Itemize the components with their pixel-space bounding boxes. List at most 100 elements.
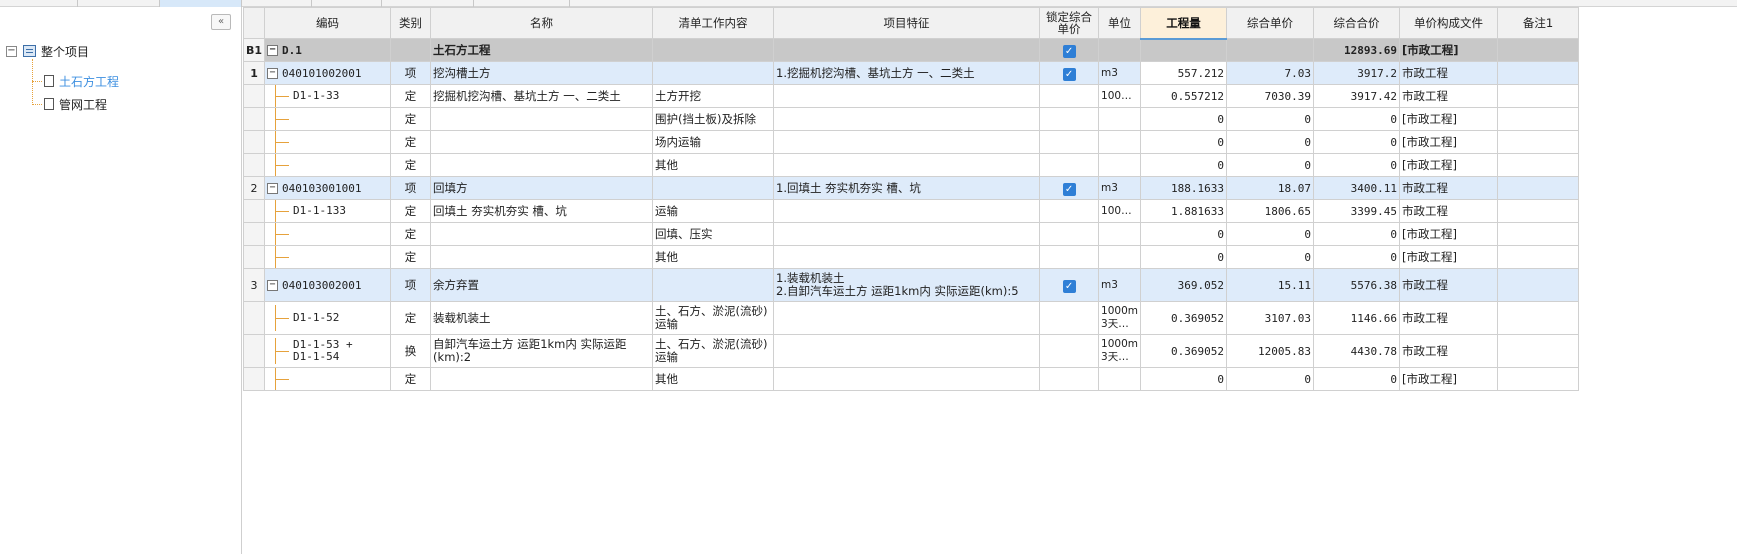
- lock-price-cell[interactable]: [1039, 107, 1100, 131]
- quantity-cell[interactable]: 0.369052: [1140, 334, 1227, 368]
- list-item-row[interactable]: 3−040103002001 项余方弃置 1.装载机装土 2.自卸汽车运土方 运距1…: [242, 268, 1579, 302]
- collapse-toggle-icon[interactable]: −: [6, 45, 17, 57]
- code-cell[interactable]: −040103001001: [264, 176, 392, 200]
- row-number[interactable]: [242, 334, 266, 368]
- unit-cell[interactable]: 100…: [1098, 199, 1141, 223]
- category-cell[interactable]: 定: [390, 301, 432, 335]
- feature-cell[interactable]: 1.装载机装土 2.自卸汽车运土方 运距1km内 实际运距(km):5: [773, 268, 1041, 302]
- feature-cell[interactable]: 1.挖掘机挖沟槽、基坑土方 一、二类土: [773, 61, 1041, 85]
- category-cell[interactable]: 定: [390, 84, 432, 108]
- work-content-cell[interactable]: 土、石方、淤泥(流砂)运输: [652, 301, 775, 335]
- top-tab[interactable]: [0, 0, 78, 7]
- quantity-cell[interactable]: 0: [1140, 245, 1227, 269]
- top-tab[interactable]: [382, 0, 474, 7]
- unit-price-cell[interactable]: 0: [1226, 222, 1314, 246]
- feature-cell[interactable]: [773, 153, 1041, 177]
- row-number[interactable]: [242, 245, 266, 269]
- list-item-row[interactable]: 2−040103001001 项回填方 1.回填土 夯实机夯实 槽、坑 ✓ m3 188.…: [242, 176, 1579, 200]
- unit-price-cell[interactable]: [1226, 38, 1314, 62]
- quantity-cell[interactable]: [1140, 38, 1227, 62]
- price-file-cell[interactable]: 市政工程: [1399, 301, 1498, 335]
- price-file-cell[interactable]: [市政工程]: [1399, 38, 1498, 62]
- total-price-cell[interactable]: 4430.78: [1313, 334, 1400, 368]
- unit-price-cell[interactable]: 0: [1226, 367, 1314, 391]
- quota-sub-row[interactable]: 定 场内运输 0 0 0 [市政工程]: [242, 130, 1579, 154]
- work-content-cell[interactable]: [652, 176, 775, 200]
- double-chevron-left-icon[interactable]: «: [211, 14, 231, 30]
- unit-price-cell[interactable]: 12005.83: [1226, 334, 1314, 368]
- row-number[interactable]: [242, 301, 266, 335]
- quantity-cell[interactable]: 0.369052: [1140, 301, 1227, 335]
- row-number[interactable]: [242, 130, 266, 154]
- lock-price-cell[interactable]: [1039, 199, 1100, 223]
- unit-price-cell[interactable]: 7030.39: [1226, 84, 1314, 108]
- remark-cell[interactable]: [1497, 199, 1579, 223]
- unit-cell[interactable]: [1098, 367, 1141, 391]
- category-cell[interactable]: 定: [390, 107, 432, 131]
- category-cell[interactable]: 换: [390, 334, 432, 368]
- feature-cell[interactable]: 1.回填土 夯实机夯实 槽、坑: [773, 176, 1041, 200]
- name-cell[interactable]: 回填土 夯实机夯实 槽、坑: [430, 199, 654, 223]
- code-cell[interactable]: [264, 222, 392, 246]
- unit-cell[interactable]: 1000m 3天…: [1098, 334, 1141, 368]
- price-file-cell[interactable]: 市政工程: [1399, 84, 1498, 108]
- total-price-cell[interactable]: 0: [1313, 245, 1400, 269]
- list-item-row[interactable]: 1−040101002001 项挖沟槽土方 1.挖掘机挖沟槽、基坑土方 一、二类土 ✓…: [242, 61, 1579, 85]
- category-cell[interactable]: 定: [390, 199, 432, 223]
- work-content-cell[interactable]: 回填、压实: [652, 222, 775, 246]
- feature-cell[interactable]: [773, 334, 1041, 368]
- quantity-cell[interactable]: 369.052: [1140, 268, 1227, 302]
- name-cell[interactable]: [430, 107, 654, 131]
- work-content-cell[interactable]: 其他: [652, 245, 775, 269]
- quota-sub-row[interactable]: 定 其他 0 0 0 [市政工程]: [242, 367, 1579, 391]
- total-price-cell[interactable]: 0: [1313, 130, 1400, 154]
- name-cell[interactable]: [430, 245, 654, 269]
- code-cell[interactable]: −040103002001: [264, 268, 392, 302]
- price-file-header[interactable]: 单价构成文件: [1399, 7, 1498, 39]
- total-price-cell[interactable]: 0: [1313, 107, 1400, 131]
- total-price-cell[interactable]: 0: [1313, 153, 1400, 177]
- remark-cell[interactable]: [1497, 268, 1579, 302]
- code-cell[interactable]: D1-1-33: [264, 84, 392, 108]
- lock-price-cell[interactable]: [1039, 222, 1100, 246]
- name-cell[interactable]: [430, 153, 654, 177]
- remark-cell[interactable]: [1497, 222, 1579, 246]
- feature-cell[interactable]: [773, 107, 1041, 131]
- top-tab[interactable]: [242, 0, 312, 7]
- row-number[interactable]: [242, 222, 266, 246]
- remark-cell[interactable]: [1497, 245, 1579, 269]
- quota-sub-row[interactable]: D1-1-52 定 装载机装土 土、石方、淤泥(流砂)运输 1000m 3天… 0.369…: [242, 301, 1579, 335]
- quantity-cell[interactable]: 557.212: [1140, 61, 1227, 85]
- category-cell[interactable]: 定: [390, 153, 432, 177]
- lock-price-header[interactable]: 锁定综合单价: [1039, 7, 1100, 39]
- name-cell[interactable]: [430, 222, 654, 246]
- code-cell[interactable]: D1-1-53 + D1-1-54: [264, 334, 392, 368]
- remark-cell[interactable]: [1497, 84, 1579, 108]
- section-row[interactable]: B1− D.1 土石方工程 ✓ 12893.69 [市政工程]: [242, 38, 1579, 62]
- price-file-cell[interactable]: [市政工程]: [1399, 130, 1498, 154]
- quota-sub-row[interactable]: D1-1-33 定 挖掘机挖沟槽、基坑土方 一、二类土 土方开挖 100… 0.55721…: [242, 84, 1579, 108]
- feature-cell[interactable]: [773, 367, 1041, 391]
- unit-cell[interactable]: 1000m 3天…: [1098, 301, 1141, 335]
- unit-cell[interactable]: [1098, 38, 1141, 62]
- unit-cell[interactable]: [1098, 153, 1141, 177]
- feature-cell[interactable]: [773, 301, 1041, 335]
- name-cell[interactable]: 回填方: [430, 176, 654, 200]
- code-cell[interactable]: [264, 245, 392, 269]
- quota-sub-row[interactable]: 定 其他 0 0 0 [市政工程]: [242, 153, 1579, 177]
- price-file-cell[interactable]: [市政工程]: [1399, 222, 1498, 246]
- name-cell[interactable]: 挖沟槽土方: [430, 61, 654, 85]
- category-cell[interactable]: 定: [390, 245, 432, 269]
- price-file-cell[interactable]: [市政工程]: [1399, 245, 1498, 269]
- work-content-cell[interactable]: [652, 38, 775, 62]
- category-cell[interactable]: 定: [390, 367, 432, 391]
- work-content-header[interactable]: 清单工作内容: [652, 7, 775, 39]
- top-tab[interactable]: [474, 0, 570, 7]
- unit-price-cell[interactable]: 0: [1226, 153, 1314, 177]
- category-cell[interactable]: 项: [390, 61, 432, 85]
- work-content-cell[interactable]: 其他: [652, 153, 775, 177]
- work-content-cell[interactable]: [652, 268, 775, 302]
- remark-cell[interactable]: [1497, 107, 1579, 131]
- row-number[interactable]: [242, 199, 266, 223]
- unit-cell[interactable]: 100…: [1098, 84, 1141, 108]
